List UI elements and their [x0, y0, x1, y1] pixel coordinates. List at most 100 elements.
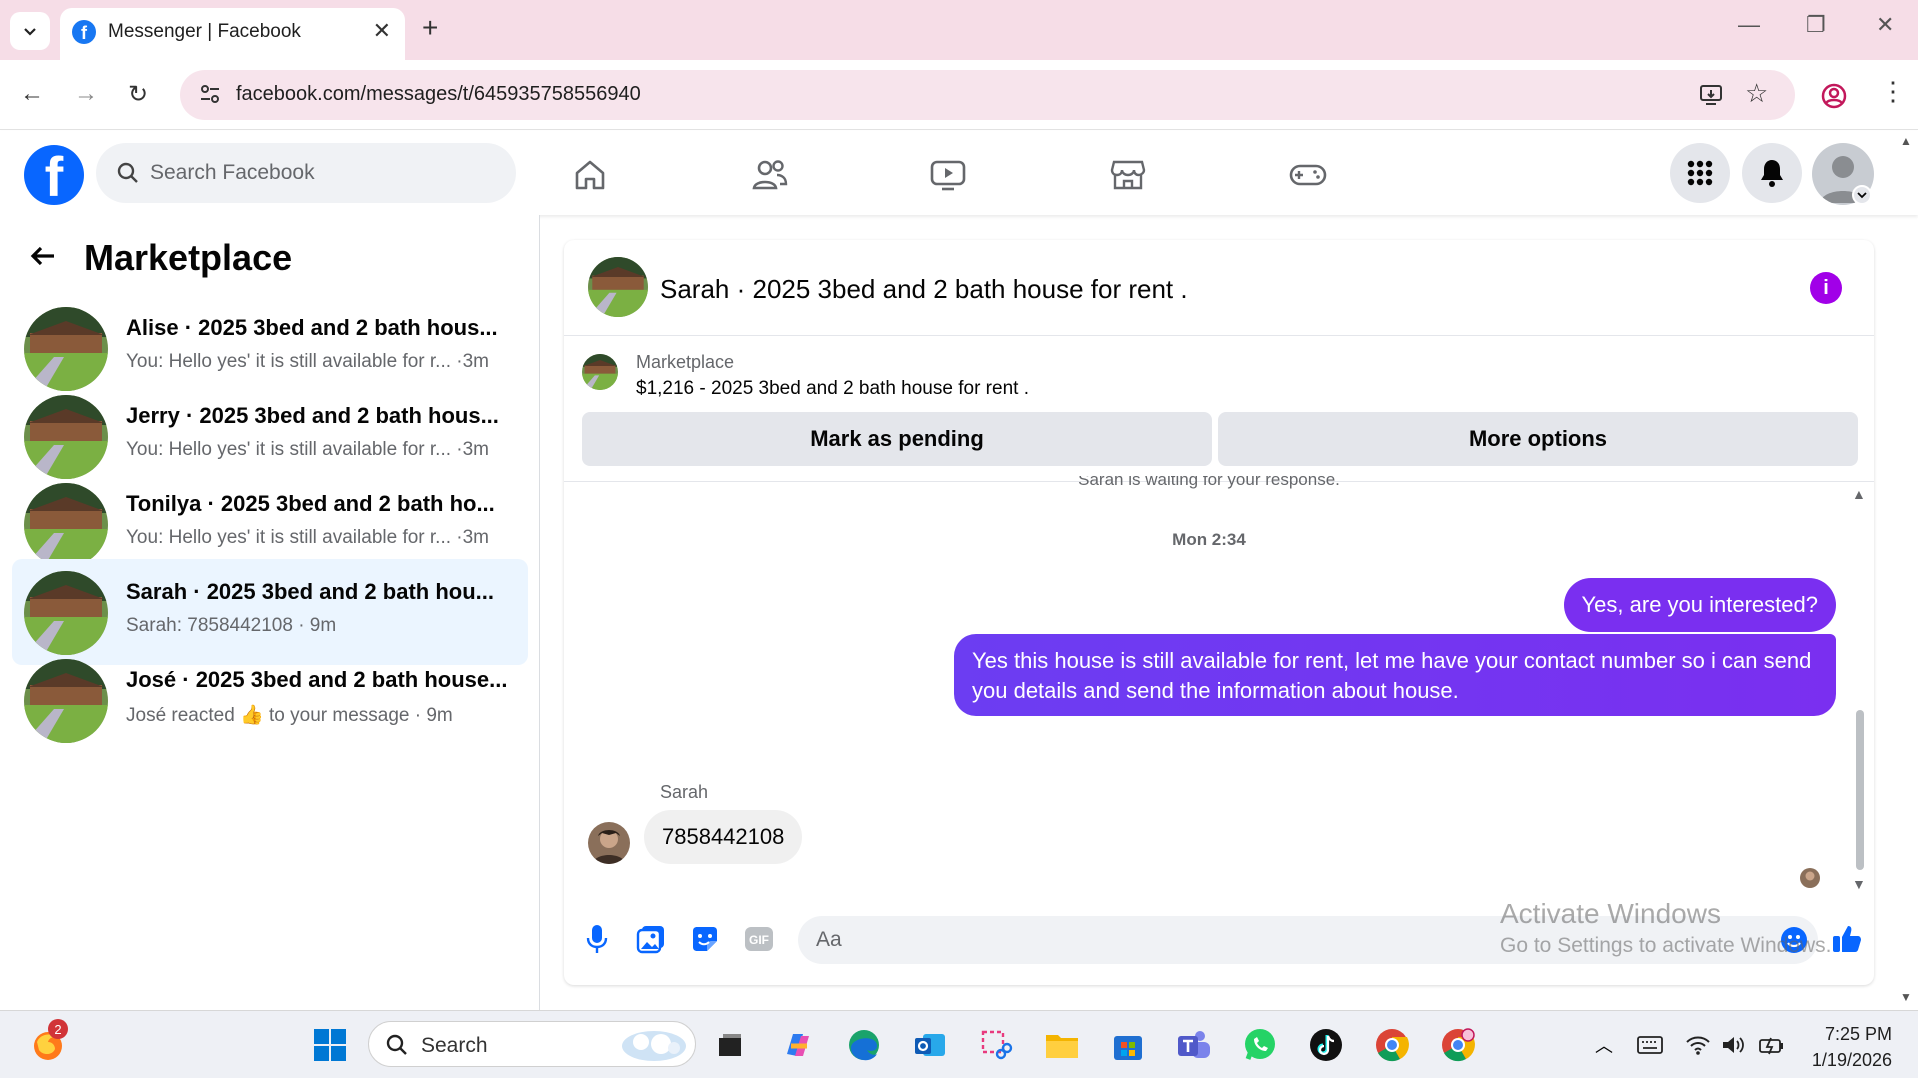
show-hidden-icons[interactable]: ︿ — [1584, 1025, 1624, 1065]
conversation-name: Alise · 2025 3bed and 2 bath hous... — [126, 315, 498, 340]
chrome-profile-icon[interactable] — [1438, 1025, 1478, 1065]
video-icon[interactable] — [926, 153, 970, 197]
scroll-down-icon[interactable]: ▼ — [1852, 876, 1866, 892]
menu-grid-icon[interactable] — [1670, 143, 1730, 203]
gif-icon[interactable]: GIF — [742, 922, 776, 956]
microsoft-store-icon[interactable] — [1108, 1025, 1148, 1065]
volume-icon[interactable] — [1714, 1025, 1754, 1065]
sender-avatar[interactable] — [588, 822, 630, 864]
home-icon[interactable] — [568, 153, 612, 197]
site-settings-icon[interactable] — [198, 82, 222, 106]
file-explorer-icon[interactable] — [1042, 1025, 1082, 1065]
photo-icon[interactable] — [634, 922, 668, 956]
bookmark-star-icon[interactable]: ☆ — [1745, 78, 1768, 109]
conversation-preview: You: Hello yes' it is still available fo… — [126, 439, 490, 460]
browser-tab-active[interactable]: f Messenger | Facebook ✕ — [60, 8, 405, 60]
chrome-icon[interactable] — [1372, 1025, 1412, 1065]
forward-icon[interactable]: → — [74, 80, 98, 108]
restore-icon[interactable]: ❐ — [1806, 12, 1826, 38]
chat-scrollbar[interactable] — [1856, 710, 1864, 870]
keyboard-icon[interactable] — [1630, 1025, 1670, 1065]
pane-title: Marketplace — [84, 237, 293, 278]
address-bar[interactable]: facebook.com/messages/t/645935758556940 … — [180, 70, 1795, 120]
listing-price[interactable]: $1,216 - 2025 3bed and 2 bath house for … — [636, 378, 1029, 400]
facebook-logo-icon[interactable]: f — [24, 145, 84, 205]
whatsapp-icon[interactable] — [1240, 1025, 1280, 1065]
reload-icon[interactable]: ↻ — [128, 80, 148, 109]
house-thumbnail-icon — [582, 354, 618, 390]
outgoing-message[interactable]: Yes, are you interested? — [1563, 578, 1836, 632]
facebook-favicon-icon: f — [72, 20, 96, 44]
gaming-icon[interactable] — [1286, 153, 1330, 197]
edge-icon[interactable] — [844, 1025, 884, 1065]
microphone-icon[interactable] — [580, 922, 614, 956]
close-window-icon[interactable]: ✕ — [1876, 12, 1894, 38]
conversation-thumbnail — [24, 659, 108, 743]
conversation-preview: José reacted 👍 to your message · 9m — [126, 705, 453, 726]
browser-menu-icon[interactable]: ⋮ — [1880, 76, 1906, 107]
conversation-list-pane: Marketplace Alise · 2025 3bed and 2 bath… — [0, 215, 540, 1010]
snipping-tool-icon[interactable] — [976, 1025, 1016, 1065]
conversation-item[interactable]: José · 2025 3bed and 2 bath house... Jos… — [12, 647, 528, 753]
friends-icon[interactable] — [748, 153, 792, 197]
taskbar-search-input[interactable]: Search — [368, 1021, 696, 1067]
sender-name: Sarah — [660, 782, 709, 802]
back-arrow-icon[interactable] — [28, 241, 58, 280]
task-view-icon[interactable] — [710, 1025, 750, 1065]
chat-header-avatar[interactable] — [588, 257, 648, 317]
listing-thumbnail[interactable] — [582, 354, 618, 390]
seen-avatar — [1800, 868, 1820, 888]
incoming-message[interactable]: 7858442108 — [644, 810, 803, 864]
search-placeholder: Search Facebook — [150, 161, 315, 184]
copilot-icon[interactable] — [778, 1025, 818, 1065]
outlook-icon[interactable] — [910, 1025, 950, 1065]
message-timestamp: Mon 2:34 — [1172, 530, 1246, 549]
browser-toolbar: ← → ↻ facebook.com/messages/t/6459357585… — [0, 60, 1918, 130]
new-tab-button[interactable]: + — [422, 12, 438, 44]
house-thumbnail-icon — [24, 483, 108, 567]
page-scroll-up-icon[interactable]: ▲ — [1900, 134, 1912, 148]
search-icon — [117, 162, 138, 183]
tiktok-icon[interactable] — [1306, 1025, 1346, 1065]
battery-icon[interactable] — [1752, 1025, 1792, 1065]
search-icon — [386, 1034, 407, 1055]
notifications-bell-icon[interactable] — [1742, 143, 1802, 203]
svg-text:GIF: GIF — [749, 933, 769, 947]
search-highlight-image-icon — [622, 1031, 686, 1061]
windows-taskbar: 2 Search ︿ 7:25 PM 1/19/2026 — [0, 1010, 1918, 1078]
wifi-icon[interactable] — [1678, 1025, 1718, 1065]
profile-icon[interactable] — [1820, 82, 1848, 110]
listing-label: Marketplace — [636, 352, 735, 372]
chat-title[interactable]: Sarah · 2025 3bed and 2 bath house for r… — [660, 274, 1188, 305]
conversation-thumbnail — [24, 395, 108, 479]
facebook-search-input[interactable]: Search Facebook — [96, 143, 516, 203]
install-app-icon[interactable] — [1698, 82, 1724, 108]
conversation-name: Sarah · 2025 3bed and 2 bath hou... — [126, 579, 494, 604]
house-thumbnail-icon — [24, 395, 108, 479]
outgoing-message[interactable]: Yes this house is still available for re… — [954, 634, 1836, 716]
chevron-down-icon — [24, 28, 36, 36]
scroll-up-icon[interactable]: ▲ — [1852, 486, 1866, 502]
back-icon[interactable]: ← — [20, 80, 44, 108]
chat-panel: Sarah · 2025 3bed and 2 bath house for r… — [564, 240, 1874, 985]
minimize-icon[interactable]: — — [1738, 12, 1760, 38]
mark-as-pending-button[interactable]: Mark as pending — [582, 412, 1212, 466]
sticker-icon[interactable] — [688, 922, 722, 956]
page-scroll-down-icon[interactable]: ▼ — [1900, 990, 1912, 1004]
marketplace-icon[interactable] — [1106, 153, 1150, 197]
url-text: facebook.com/messages/t/645935758556940 — [236, 83, 641, 105]
teams-icon[interactable] — [1174, 1025, 1214, 1065]
thumbs-up-icon[interactable] — [1830, 922, 1864, 956]
more-options-button[interactable]: More options — [1218, 412, 1858, 466]
close-tab-icon[interactable]: ✕ — [373, 18, 391, 44]
tab-search-button[interactable] — [10, 12, 50, 50]
chat-header: Sarah · 2025 3bed and 2 bath house for r… — [564, 240, 1874, 336]
account-chevron-icon[interactable] — [1852, 185, 1872, 205]
info-icon[interactable]: i — [1810, 272, 1842, 304]
clock-time: 7:25 PM — [1824, 1024, 1892, 1044]
system-clock[interactable]: 7:25 PM 1/19/2026 — [1812, 1021, 1892, 1073]
windows-start-icon[interactable] — [310, 1025, 350, 1065]
house-thumbnail-icon — [24, 571, 108, 655]
conversation-name: Tonilya · 2025 3bed and 2 bath ho... — [126, 491, 495, 516]
tab-title: Messenger | Facebook — [108, 21, 301, 42]
